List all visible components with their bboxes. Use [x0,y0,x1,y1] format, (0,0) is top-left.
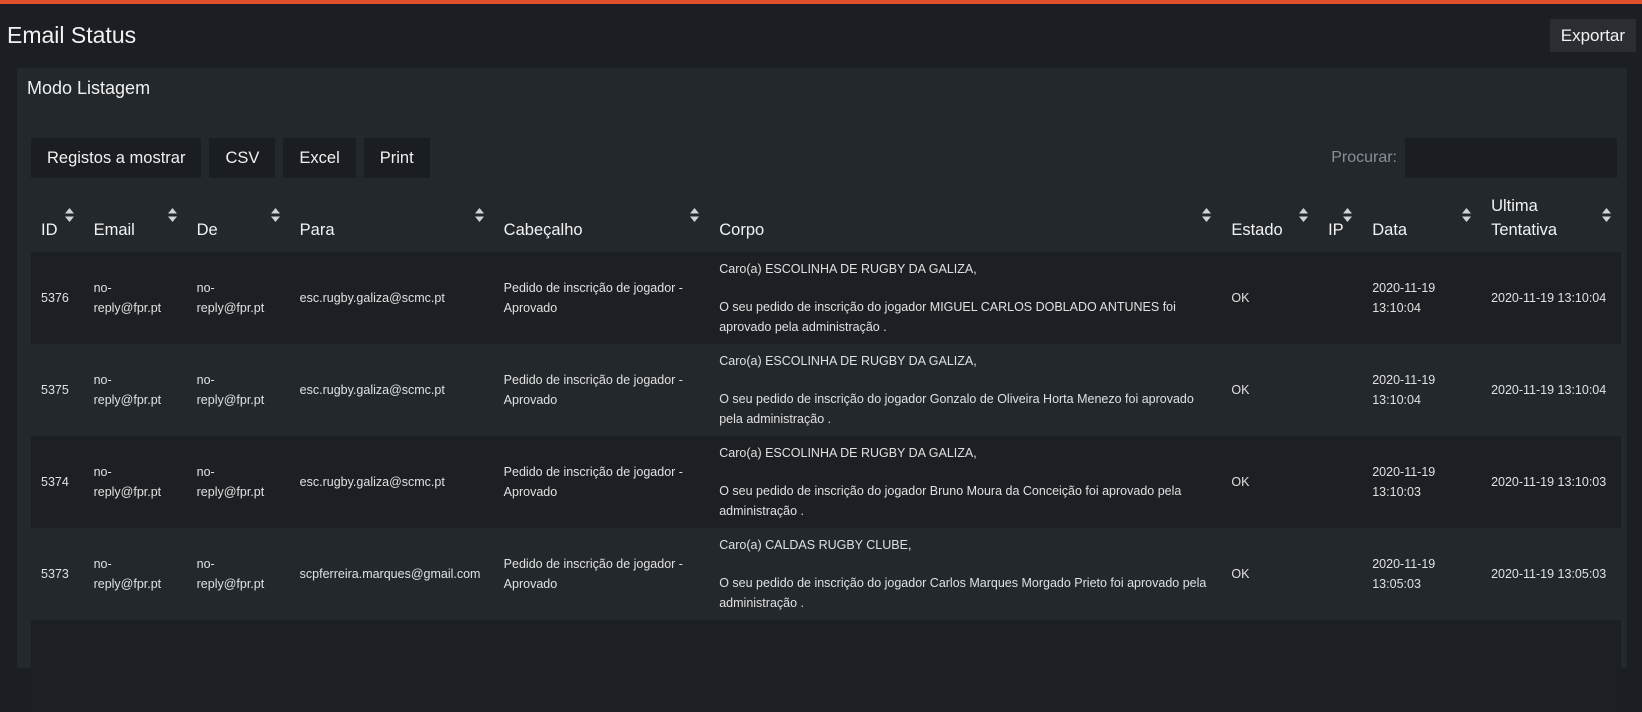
cell-corpo: Caro(a) ESCOLINHA DE RUGBY DA GALIZA, O … [709,436,1221,528]
cell-estado: OK [1231,383,1250,397]
table-header-row: ID Email De Para Cabeçalho Corpo Estado … [31,186,1621,252]
cell-ip [1318,252,1362,344]
cell-data: 2020-11-19 13:10:03 [1372,465,1436,499]
cell-estado: OK [1231,567,1250,581]
cell-de: no-reply@fpr.pt [196,281,265,315]
column-header-de[interactable]: De [187,186,290,252]
cell-corpo: Caro(a) CALDAS RUGBY CLUBE, O seu pedido… [709,528,1221,620]
table-row[interactable]: 5376 no-reply@fpr.pt no-reply@fpr.pt esc… [31,252,1621,344]
column-header-corpo[interactable]: Corpo [709,186,1221,252]
sort-icon[interactable] [1343,208,1353,222]
cell-data: 2020-11-19 13:10:04 [1372,281,1436,315]
cell-email: no-reply@fpr.pt [93,281,162,315]
cell-ultima-tentativa: 2020-11-19 13:10:04 [1491,291,1607,305]
cell-ultima-tentativa: 2020-11-19 13:10:04 [1491,383,1607,397]
corpo-body: O seu pedido de inscrição do jogador MIG… [719,300,1176,334]
sort-icon[interactable] [167,208,177,222]
corpo-body: O seu pedido de inscrição do jogador Gon… [719,392,1194,426]
sort-icon[interactable] [1602,208,1611,222]
page-header: Email Status Exportar [0,4,1642,66]
table-row[interactable] [31,620,1621,712]
cell-ip [1318,344,1362,436]
cell-ip [1318,528,1362,620]
cell-corpo: Caro(a) ESCOLINHA DE RUGBY DA GALIZA, O … [709,344,1221,436]
cell-corpo: Caro(a) ESCOLINHA DE RUGBY DA GALIZA, O … [709,252,1221,344]
search-area: Procurar: [1331,138,1617,178]
cell-data: 2020-11-19 13:05:03 [1372,557,1436,591]
sort-icon[interactable] [1462,208,1472,222]
column-header-data[interactable]: Data [1362,186,1481,252]
excel-button[interactable]: Excel [283,138,356,178]
corpo-body: O seu pedido de inscrição do jogador Car… [719,576,1207,610]
column-header-id[interactable]: ID [31,186,84,252]
page-title: Email Status [7,22,137,48]
cell-id: 5373 [41,567,69,581]
cell-para: esc.rugby.galiza@scmc.pt [299,475,445,489]
panel-title: Modo Listagem [27,78,151,98]
sort-icon[interactable] [64,208,74,222]
corpo-body: O seu pedido de inscrição do jogador Bru… [719,484,1182,518]
cell-email: no-reply@fpr.pt [93,373,162,407]
column-header-estado[interactable]: Estado [1221,186,1318,252]
column-header-ultima-tentativa[interactable]: Ultima Tentativa [1481,186,1621,252]
cell-id: 5375 [41,383,69,397]
sort-icon[interactable] [474,208,484,222]
cell-estado: OK [1231,291,1250,305]
cell-de: no-reply@fpr.pt [196,373,265,407]
column-header-email[interactable]: Email [84,186,187,252]
table-row[interactable]: 5373 no-reply@fpr.pt no-reply@fpr.pt scp… [31,528,1621,620]
export-button[interactable]: Exportar [1549,19,1636,52]
cell-ultima-tentativa: 2020-11-19 13:10:03 [1491,475,1607,489]
listing-panel: Modo Listagem Registos a mostrar CSV Exc… [17,68,1627,712]
cell-id: 5374 [41,475,69,489]
search-label: Procurar: [1331,149,1397,166]
sort-icon[interactable] [270,208,280,222]
column-header-ip[interactable]: IP [1318,186,1362,252]
corpo-greeting: Caro(a) ESCOLINHA DE RUGBY DA GALIZA, [719,354,977,368]
cell-cabecalho: Pedido de inscrição de jogador - Aprovad… [503,281,683,315]
print-button[interactable]: Print [363,138,430,178]
cell-ultima-tentativa: 2020-11-19 13:05:03 [1491,567,1607,581]
table-toolbar: Registos a mostrar CSV Excel Print [31,138,430,178]
search-input[interactable] [1405,138,1617,178]
email-status-table: ID Email De Para Cabeçalho Corpo Estado … [31,186,1621,712]
csv-button[interactable]: CSV [209,138,276,178]
corpo-greeting: Caro(a) ESCOLINHA DE RUGBY DA GALIZA, [719,446,977,460]
cell-cabecalho: Pedido de inscrição de jogador - Aprovad… [503,373,683,407]
column-header-cabecalho[interactable]: Cabeçalho [494,186,710,252]
sort-icon[interactable] [1202,208,1212,222]
cell-para: esc.rugby.galiza@scmc.pt [299,383,445,397]
cell-id: 5376 [41,291,69,305]
sort-icon[interactable] [1299,208,1309,222]
cell-estado: OK [1231,475,1250,489]
cell-email: no-reply@fpr.pt [93,557,162,591]
cell-ip [1318,436,1362,528]
cell-cabecalho: Pedido de inscrição de jogador - Aprovad… [503,557,683,591]
cell-para: esc.rugby.galiza@scmc.pt [299,291,445,305]
cell-de: no-reply@fpr.pt [196,557,265,591]
table-row[interactable]: 5374 no-reply@fpr.pt no-reply@fpr.pt esc… [31,436,1621,528]
cell-de: no-reply@fpr.pt [196,465,265,499]
corpo-greeting: Caro(a) CALDAS RUGBY CLUBE, [719,538,912,552]
cell-data: 2020-11-19 13:10:04 [1372,373,1436,407]
cell-para: scpferreira.marques@gmail.com [299,567,481,581]
cell-email: no-reply@fpr.pt [93,465,162,499]
corpo-greeting: Caro(a) ESCOLINHA DE RUGBY DA GALIZA, [719,262,977,276]
cell-cabecalho: Pedido de inscrição de jogador - Aprovad… [503,465,683,499]
sort-icon[interactable] [690,208,700,222]
column-header-para[interactable]: Para [290,186,494,252]
partial-row-cell [31,620,1621,712]
table-row[interactable]: 5375 no-reply@fpr.pt no-reply@fpr.pt esc… [31,344,1621,436]
records-to-show-button[interactable]: Registos a mostrar [31,138,202,178]
